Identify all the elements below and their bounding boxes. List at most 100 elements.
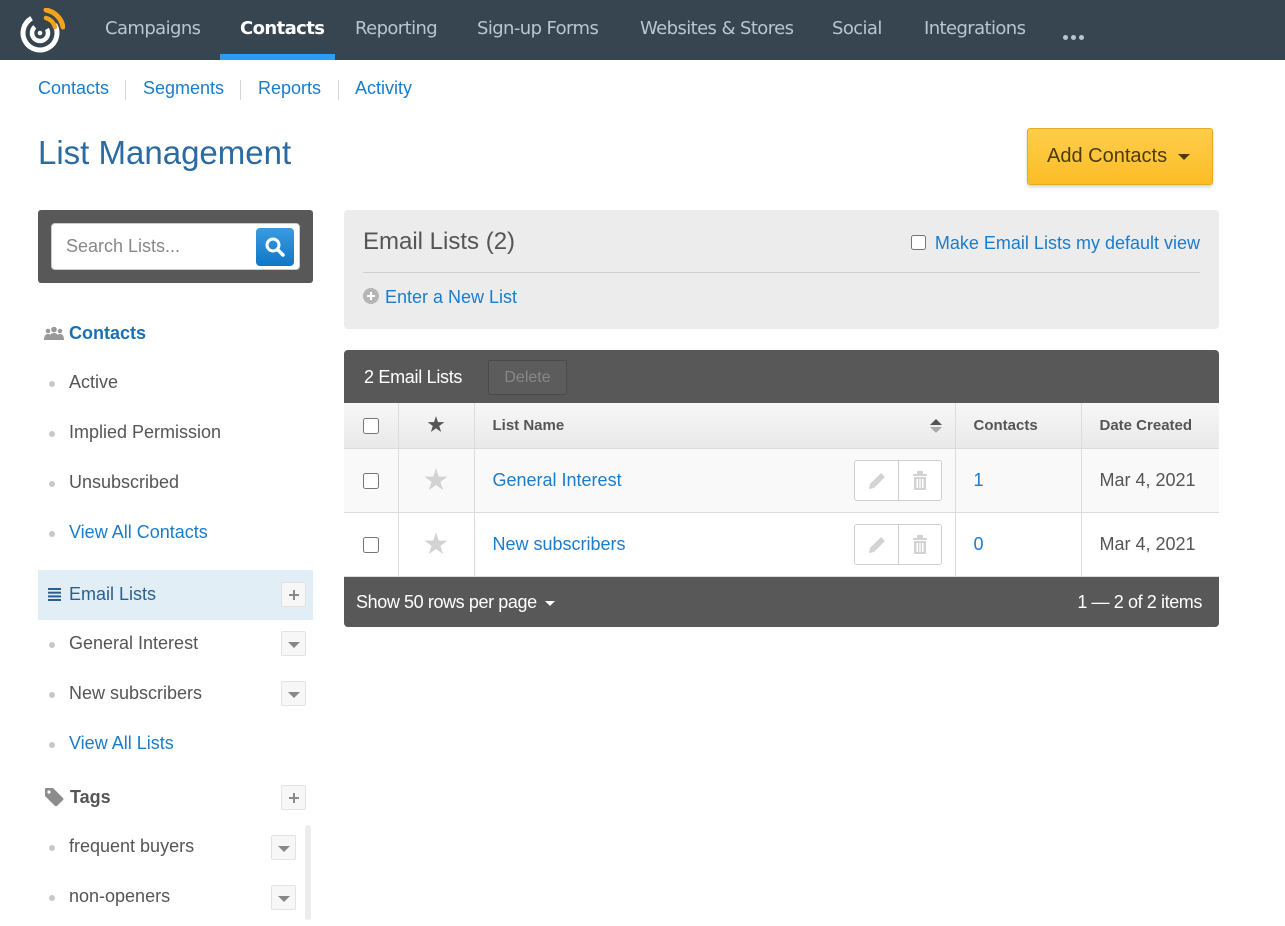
people-icon <box>44 326 64 340</box>
row-checkbox[interactable] <box>362 536 379 553</box>
sidebar-item-label: Unsubscribed <box>69 472 180 492</box>
row-date-created: Mar 4, 2021 <box>1081 512 1219 577</box>
list-options-caret-icon[interactable] <box>281 681 306 706</box>
list-name-link[interactable]: General Interest <box>493 470 622 490</box>
delete-row-button[interactable] <box>899 525 943 564</box>
brand-logo-icon[interactable] <box>19 8 65 54</box>
star-icon[interactable]: ★ <box>423 528 450 561</box>
sidebar-item-new-subscribers[interactable]: New subscribers <box>38 669 313 719</box>
bullet-icon <box>49 742 55 748</box>
star-icon[interactable]: ★ <box>423 464 450 497</box>
default-view-label[interactable]: Make Email Lists my default view <box>935 233 1200 253</box>
row-star-cell: ★ <box>398 512 475 577</box>
search-button[interactable] <box>256 228 294 266</box>
sidebar-item-label: General Interest <box>69 633 199 653</box>
email-lists-table: 2 Email Lists Delete ★ List Name Contact… <box>344 350 1219 627</box>
trash-icon <box>912 534 927 554</box>
sidebar-item-active[interactable]: Active <box>38 358 313 408</box>
list-name-header-label: List Name <box>492 416 565 434</box>
table-toolbar: 2 Email Lists Delete <box>344 350 1219 403</box>
subnav-reports[interactable]: Reports <box>258 78 321 99</box>
email-lists-panel: Email Lists (2) Make Email Lists my defa… <box>344 210 1219 329</box>
contacts-count-link[interactable]: 1 <box>974 470 984 490</box>
header-list-name[interactable]: List Name <box>474 403 956 449</box>
table-row: ★ General Interest 1 Mar 4, 2021 <box>344 448 1219 513</box>
more-menu-ellipsis-icon[interactable] <box>1063 27 1087 45</box>
nav-integrations[interactable]: Integrations <box>924 0 1026 60</box>
row-contacts-cell: 0 <box>955 512 1082 577</box>
nav-contacts[interactable]: Contacts <box>240 0 325 60</box>
sidebar-item-unsubscribed[interactable]: Unsubscribed <box>38 458 313 508</box>
sidebar-item-email-lists[interactable]: Email Lists <box>38 570 313 620</box>
row-checkbox[interactable] <box>362 472 379 489</box>
row-actions <box>853 459 943 501</box>
contacts-count-link[interactable]: 0 <box>974 534 984 554</box>
add-list-plus-icon[interactable] <box>281 582 306 607</box>
row-list-name-cell: General Interest <box>474 448 956 513</box>
trash-icon <box>912 470 927 490</box>
caret-down-icon <box>1178 154 1190 160</box>
sidebar-item-label: View All Lists <box>69 733 174 753</box>
add-tag-plus-icon[interactable] <box>281 785 306 810</box>
list-options-caret-icon[interactable] <box>281 631 306 656</box>
subnav-divider <box>240 80 241 100</box>
delete-row-button[interactable] <box>899 461 943 500</box>
bullet-icon <box>49 531 55 537</box>
add-contacts-button[interactable]: Add Contacts <box>1027 128 1213 185</box>
delete-button[interactable]: Delete <box>488 360 567 395</box>
row-date-created: Mar 4, 2021 <box>1081 448 1219 513</box>
sidebar-item-label: Active <box>69 372 119 392</box>
active-tab-indicator <box>220 54 335 60</box>
pagination-info: 1 — 2 of 2 items <box>1077 592 1202 612</box>
list-name-link[interactable]: New subscribers <box>493 534 626 554</box>
nav-reporting[interactable]: Reporting <box>355 0 438 60</box>
subnav-segments[interactable]: Segments <box>143 78 224 99</box>
sidebar-item-general-interest[interactable]: General Interest <box>38 619 313 669</box>
rows-per-page-dropdown[interactable]: Show 50 rows per page <box>356 592 555 613</box>
tag-options-caret-icon[interactable] <box>271 835 296 860</box>
sidebar-item-non-openers[interactable]: non-openers <box>38 872 300 922</box>
header-date-created[interactable]: Date Created <box>1081 403 1219 449</box>
plus-circle-icon <box>363 288 379 304</box>
tag-options-caret-icon[interactable] <box>271 885 296 910</box>
sort-icon[interactable] <box>929 419 942 433</box>
edit-button[interactable] <box>855 460 899 500</box>
nav-sign-up-forms[interactable]: Sign-up Forms <box>477 0 599 60</box>
nav-social[interactable]: Social <box>832 0 882 60</box>
subnav-divider <box>338 80 339 100</box>
enter-new-list-link[interactable]: Enter a New List <box>385 287 517 308</box>
sidebar-item-view-all-contacts[interactable]: View All Contacts <box>38 508 313 558</box>
default-view-checkbox[interactable] <box>910 235 926 250</box>
table-row: ★ New subscribers 0 Mar 4, 2021 <box>344 512 1219 577</box>
row-select-cell <box>344 512 399 577</box>
sidebar-contacts-title: Contacts <box>69 323 147 343</box>
subnav-contacts[interactable]: Contacts <box>38 78 109 99</box>
select-all-checkbox[interactable] <box>362 417 379 434</box>
sidebar-tags-heading[interactable]: Tags <box>44 785 313 812</box>
sidebar-scrollbar[interactable] <box>305 825 311 920</box>
default-view-option: Make Email Lists my default view <box>910 233 1200 255</box>
edit-button[interactable] <box>855 524 899 564</box>
sidebar-item-label: Implied Permission <box>69 422 222 442</box>
row-contacts-cell: 1 <box>955 448 1082 513</box>
row-actions <box>853 523 943 565</box>
selected-count-label: 2 Email Lists <box>364 367 463 387</box>
table-footer: Show 50 rows per page 1 — 2 of 2 items <box>344 577 1219 627</box>
sidebar-item-view-all-lists[interactable]: View All Lists <box>38 719 313 769</box>
nav-websites-stores[interactable]: Websites & Stores <box>640 0 794 60</box>
sidebar-item-frequent-buyers[interactable]: frequent buyers <box>38 822 300 872</box>
page-title: List Management <box>38 134 292 171</box>
header-contacts[interactable]: Contacts <box>955 403 1082 449</box>
star-icon[interactable]: ★ <box>427 415 444 436</box>
subnav-activity[interactable]: Activity <box>355 78 412 99</box>
bullet-icon <box>49 642 55 648</box>
add-contacts-label: Add Contacts <box>1047 145 1168 167</box>
nav-campaigns[interactable]: Campaigns <box>105 0 201 60</box>
bullet-icon <box>49 431 55 437</box>
sidebar-tags-title: Tags <box>70 787 111 807</box>
bullet-icon <box>49 692 55 698</box>
row-list-name-cell: New subscribers <box>474 512 956 577</box>
sidebar-item-label: Email Lists <box>69 584 157 604</box>
sidebar-item-implied-permission[interactable]: Implied Permission <box>38 408 313 458</box>
caret-down-icon <box>544 600 555 606</box>
